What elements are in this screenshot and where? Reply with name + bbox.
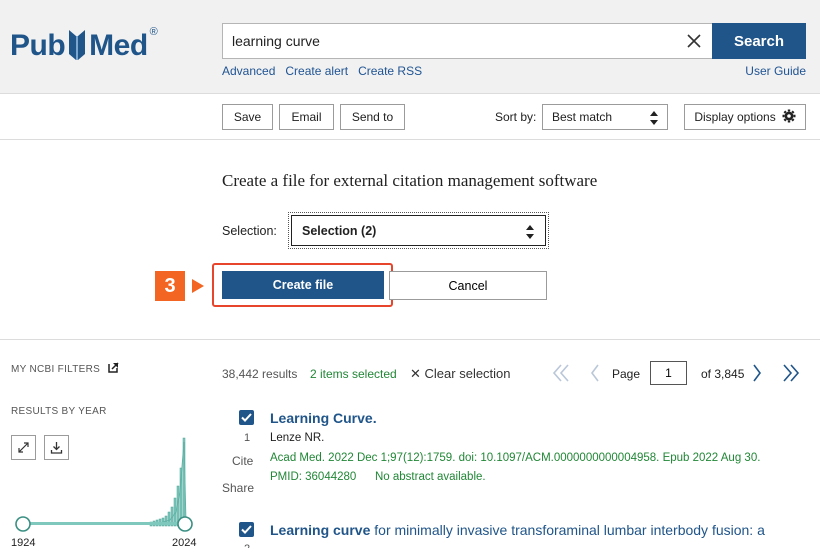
- search-button[interactable]: Search: [712, 23, 806, 59]
- results-by-year-chart[interactable]: [0, 432, 210, 548]
- selection-select[interactable]: Selection (2): [291, 215, 546, 246]
- year-start-handle: [15, 516, 31, 532]
- pubmed-logo[interactable]: Pub Med ®: [10, 22, 158, 66]
- next-page-icon[interactable]: [752, 363, 762, 386]
- sort-arrows-icon: [649, 110, 659, 129]
- email-button[interactable]: Email: [279, 104, 334, 130]
- header: Pub Med ® Search Advanced Create alert C…: [0, 0, 820, 94]
- result-1-pmid: PMID: 36044280: [270, 471, 357, 483]
- clear-selection-label: Clear selection: [424, 366, 511, 381]
- result-1-title[interactable]: Learning Curve.: [270, 410, 377, 426]
- result-2-title[interactable]: Learning curve for minimally invasive tr…: [270, 522, 765, 538]
- page-number-input[interactable]: [650, 361, 687, 385]
- results-toolbar: Save Email Send to Sort by: Best match D…: [0, 94, 820, 140]
- results-count: 38,442 results: [222, 367, 298, 381]
- section-divider: [0, 339, 820, 340]
- result-1-number: 1: [244, 432, 251, 444]
- sort-value: Best match: [552, 110, 613, 124]
- search-links: Advanced Create alert Create RSS: [222, 64, 422, 78]
- send-to-button[interactable]: Send to: [340, 104, 405, 130]
- items-selected: 2 items selected: [310, 367, 397, 381]
- result-2-title-highlight: Learning curve: [270, 522, 371, 538]
- external-link-icon: [108, 362, 119, 376]
- search-box: [222, 23, 712, 59]
- result-2-number: 2: [244, 543, 250, 548]
- logo-text-med: Med: [89, 29, 148, 62]
- advanced-link[interactable]: Advanced: [222, 64, 275, 78]
- year-bars: [149, 437, 186, 527]
- results-bar: 38,442 results 2 items selected ✕ Clear …: [222, 361, 812, 385]
- user-guide-link[interactable]: User Guide: [745, 64, 806, 78]
- book-icon: [66, 28, 88, 62]
- result-1-authors: Lenze NR.: [270, 432, 325, 444]
- result-1-citation: Acad Med. 2022 Dec 1;97(12):1759. doi: 1…: [270, 452, 761, 464]
- result-1-no-abstract: No abstract available.: [375, 471, 486, 483]
- clear-search-icon[interactable]: [676, 24, 712, 58]
- logo-text-pub: Pub: [10, 29, 66, 62]
- create-rss-link[interactable]: Create RSS: [358, 64, 422, 78]
- result-2-title-rest: for minimally invasive transforaminal lu…: [370, 522, 765, 538]
- select-arrows-icon: [525, 224, 535, 243]
- page-total: of 3,845: [701, 367, 745, 381]
- result-1-checkbox[interactable]: [239, 410, 254, 425]
- year-start-label: 1924: [11, 537, 36, 548]
- gear-icon: [782, 109, 796, 126]
- results-by-year-heading: RESULTS BY YEAR: [11, 406, 107, 417]
- sort-select[interactable]: Best match: [542, 104, 668, 130]
- search-input[interactable]: [223, 24, 678, 58]
- selection-label: Selection:: [222, 224, 277, 238]
- last-page-icon[interactable]: [782, 363, 800, 386]
- display-options-button[interactable]: Display options: [684, 104, 806, 130]
- step-arrow-icon: [192, 279, 204, 293]
- selection-select-focus: Selection (2): [288, 212, 549, 249]
- create-file-button[interactable]: Create file: [222, 271, 384, 299]
- result-1-cite-button[interactable]: Cite: [232, 454, 253, 468]
- year-end-handle: [177, 516, 193, 532]
- sort-by-label: Sort by:: [495, 110, 537, 124]
- close-icon: ✕: [410, 366, 421, 381]
- registered-mark: ®: [149, 26, 158, 38]
- my-ncbi-filters-link[interactable]: MY NCBI FILTERS: [11, 362, 119, 376]
- result-2-checkbox[interactable]: [239, 522, 254, 537]
- my-ncbi-filters-label: MY NCBI FILTERS: [11, 363, 101, 375]
- first-page-icon[interactable]: [552, 363, 570, 386]
- selection-value: Selection (2): [302, 223, 377, 238]
- create-alert-link[interactable]: Create alert: [285, 64, 348, 78]
- page-label: Page: [612, 367, 641, 381]
- clear-selection-button[interactable]: ✕ Clear selection: [410, 366, 511, 382]
- save-button[interactable]: Save: [222, 104, 273, 130]
- citation-manager-title: Create a file for external citation mana…: [222, 171, 598, 190]
- year-end-label: 2024: [172, 537, 197, 548]
- cancel-button[interactable]: Cancel: [389, 271, 547, 300]
- year-range-track: [23, 522, 186, 525]
- previous-page-icon[interactable]: [590, 363, 600, 386]
- result-1-share-button[interactable]: Share: [222, 481, 254, 495]
- display-options-label: Display options: [694, 110, 776, 124]
- step-badge: 3: [155, 271, 185, 301]
